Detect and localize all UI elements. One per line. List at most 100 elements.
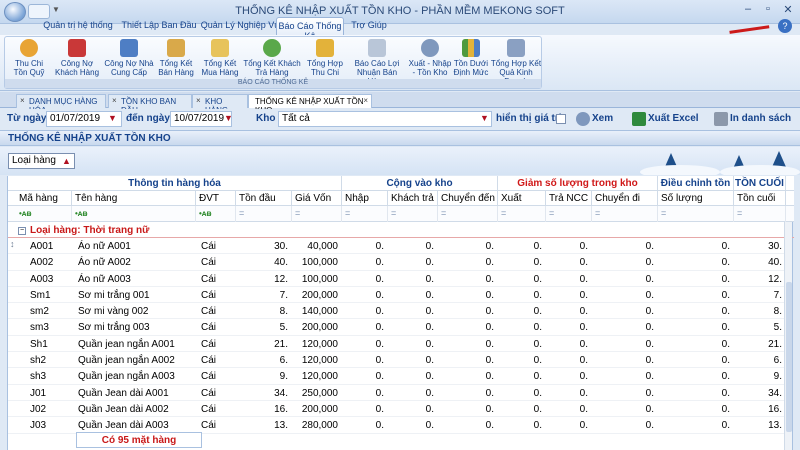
show-value-checkbox[interactable] — [556, 114, 566, 124]
tong-ket-ban-hang-button[interactable]: Tổng Kết Bán Hàng — [155, 39, 197, 77]
tab-thiet-lap[interactable]: Thiết Lập Ban Đầu — [120, 17, 198, 35]
filter-ten-hang[interactable]: •ᴀᴃ — [72, 206, 196, 222]
col-gia-von[interactable]: Giá Vốn — [292, 191, 342, 206]
help-icon[interactable]: ? — [778, 19, 792, 33]
filter-khach-tra[interactable]: = — [388, 206, 438, 222]
ribbon-group-bao-cao: Thu Chi Tồn Quỹ Công Nợ Khách Hàng Công Nợ… — [4, 36, 542, 89]
table-row[interactable]: sh3 Quần jean ngắn A003 Cái 9. 120,000 0. 0. 0.… — [8, 368, 786, 385]
tab-quan-ly[interactable]: Quản Lý Nghiệp Vụ — [200, 17, 280, 35]
col-ten-hang[interactable]: Tên hàng — [72, 191, 196, 206]
group-chip-loai-hang[interactable]: Loại hàng ▲ — [8, 153, 75, 169]
vertical-scrollbar[interactable] — [784, 222, 792, 450]
col-ma-hang[interactable]: Mã hàng — [16, 191, 72, 206]
table-row[interactable]: sm2 Sơ mi vàng 002 Cái 8. 140,000 0. 0. 0. 0. 0. 0… — [8, 303, 786, 320]
tab-tro-giup[interactable]: Trợ Giúp — [346, 17, 392, 35]
export-excel-button[interactable]: Xuất Excel — [648, 113, 699, 124]
xuat-nhap-ton-kho-button[interactable]: Xuất - Nhập - Tồn Kho — [407, 39, 453, 77]
to-date-input[interactable]: 10/07/2019 — [170, 111, 232, 127]
filter-tra-ncc[interactable]: = — [546, 206, 592, 222]
cell-nhap: 0. — [375, 257, 384, 269]
table-row[interactable]: sm3 Sơ mi trắng 003 Cái 5. 200,000 0. 0. 0. 0. 0.… — [8, 319, 786, 336]
snow-decoration — [720, 165, 800, 175]
chevron-down-icon[interactable]: ▼ — [480, 113, 489, 123]
tong-ket-mua-hang-button[interactable]: Tổng Kết Mua Hàng — [199, 39, 241, 77]
cell-tra-ncc: 0. — [579, 371, 588, 383]
table-row[interactable]: A003 Áo nữ A003 Cái 12. 100,000 0. 0. 0. 0. 0. 0. 0… — [8, 271, 786, 287]
close-icon[interactable]: × — [363, 96, 368, 105]
calendar-dropdown-icon[interactable]: ▼ — [224, 113, 233, 123]
cell-so-luong: 0. — [721, 338, 730, 350]
cong-no-nha-cung-cap-button[interactable]: Công Nợ Nhà Cung Cấp — [103, 39, 155, 77]
cell-dvt: Cái — [201, 387, 217, 399]
section-title: THỐNG KÊ NHẬP XUẤT TỒN KHO — [0, 130, 800, 146]
cell-ton-dau: 13. — [274, 420, 288, 432]
filter-xuat[interactable]: = — [498, 206, 546, 222]
tab-quan-tri[interactable]: Quản trị hệ thống — [38, 17, 118, 35]
col-so-luong[interactable]: Số lượng — [658, 191, 734, 206]
filter-so-luong[interactable]: = — [658, 206, 734, 222]
col-ton-cuoi[interactable]: Tồn cuối — [734, 191, 786, 206]
tong-hop-thu-chi-button[interactable]: Tổng Hợp Thu Chi — [303, 39, 347, 77]
cong-no-khach-hang-button[interactable]: Công Nợ Khách Hàng — [53, 39, 101, 77]
filter-chuyen-den[interactable]: = — [438, 206, 498, 222]
filter-ma-hang[interactable]: •ᴀᴃ — [16, 206, 72, 222]
tab-bao-cao[interactable]: Báo Cáo Thống Kê — [276, 17, 344, 41]
cell-gia-von: 100,000 — [301, 257, 338, 269]
cell-chuyen-den: 0. — [485, 371, 494, 383]
doc-tab-danh-muc[interactable]: ×DANH MỤC HÀNG HÓA — [16, 94, 106, 115]
ribbon: Thu Chi Tồn Quỹ Công Nợ Khách Hàng Công Nợ… — [0, 35, 800, 91]
col-khach-tra[interactable]: Khách trả — [388, 191, 438, 206]
table-row[interactable]: sh2 Quần jean ngắn A002 Cái 6. 120,000 0. 0. 0.… — [8, 352, 786, 369]
ton-duoi-dinh-muc-button[interactable]: Tồn Dưới Định Mức — [453, 39, 489, 77]
tong-ket-khach-tra-hang-button[interactable]: Tổng Kết Khách Trả Hàng — [241, 39, 303, 77]
close-icon[interactable]: × — [20, 96, 25, 105]
table-row[interactable]: A002 Áo nữ A002 Cái 40. 100,000 0. 0. 0. 0. 0. 0. 0… — [8, 254, 786, 271]
customer-debt-icon — [68, 39, 86, 57]
globe-icon — [421, 39, 439, 57]
filter-dvt[interactable]: •ᴀᴃ — [196, 206, 236, 222]
col-xuat[interactable]: Xuất — [498, 191, 546, 206]
close-icon[interactable]: × — [112, 96, 117, 105]
filter-nhap[interactable]: = — [342, 206, 388, 222]
col-dvt[interactable]: ĐVT — [196, 191, 236, 206]
col-chuyen-di[interactable]: Chuyển đi — [592, 191, 658, 206]
table-row[interactable]: Sm1 Sơ mi trắng 001 Cái 7. 200,000 0. 0. 0. 0. 0.… — [8, 287, 786, 304]
cell-ton-cuoi: 7. — [773, 289, 782, 301]
table-row[interactable]: J02 Quần Jean dài A002 Cái 16. 200,000 0. 0. 0.… — [8, 401, 786, 418]
cell-ton-cuoi: 6. — [773, 355, 782, 367]
col-chuyen-den[interactable]: Chuyển đến — [438, 191, 498, 206]
doc-tab-ton-kho-ban-dau[interactable]: ×TỒN KHO BAN ĐẦU — [108, 94, 192, 115]
table-row[interactable]: A001 Áo nữ A001 Cái 30. 40,000 0. 0. 0. 0. 0. 0. 0.… — [8, 238, 786, 255]
kho-select[interactable]: Tất cả — [278, 111, 492, 127]
filter-bar: Từ ngày 01/07/2019 ▼ đến ngày 10/07/2019… — [0, 109, 800, 129]
calendar-dropdown-icon[interactable]: ▼ — [108, 113, 117, 123]
close-icon[interactable]: × — [196, 96, 201, 105]
cell-khach-tra: 0. — [425, 241, 434, 252]
filter-gia-von[interactable]: = — [292, 206, 342, 222]
cell-nhap: 0. — [375, 403, 384, 415]
col-tra-ncc[interactable]: Trả NCC — [546, 191, 592, 206]
filter-ton-cuoi[interactable]: = — [734, 206, 786, 222]
cell-gia-von: 120,000 — [301, 371, 338, 383]
col-nhap[interactable]: Nhập — [342, 191, 388, 206]
band-export: Giảm số lượng trong kho — [498, 176, 658, 191]
doc-tab-thong-ke[interactable]: THỐNG KÊ NHẬP XUẤT TỒN KHO× — [248, 94, 372, 115]
thu-chi-ton-quy-button[interactable]: Thu Chi Tồn Quỹ — [7, 39, 51, 77]
scrollbar-thumb[interactable] — [786, 282, 792, 432]
collapse-icon[interactable]: − — [18, 227, 26, 235]
ribbon-tabs: Quản trị hệ thống Thiết Lập Ban Đầu Quản… — [0, 15, 800, 41]
sort-icon[interactable]: ▲ — [62, 156, 71, 166]
cell-ten-hang: Quần jean ngắn A002 — [78, 355, 175, 367]
group-row[interactable]: − Loại hàng: Thời trang nữ — [8, 224, 794, 238]
doc-tab-kho-hang[interactable]: ×KHO HÀNG — [192, 94, 248, 115]
view-button[interactable]: Xem — [592, 113, 613, 124]
print-list-button[interactable]: In danh sách — [730, 113, 791, 124]
cell-gia-von: 200,000 — [301, 403, 338, 415]
cell-xuat: 0. — [533, 289, 542, 301]
filter-ton-dau[interactable]: = — [236, 206, 292, 222]
cell-dvt: Cái — [201, 289, 217, 301]
table-row[interactable]: J01 Quần Jean dài A001 Cái 34. 250,000 0. 0. 0.… — [8, 385, 786, 401]
col-ton-dau[interactable]: Tồn đầu — [236, 191, 292, 206]
table-row[interactable]: Sh1 Quần jean ngắn A001 Cái 21. 120,000 0. 0. 0… — [8, 336, 786, 353]
filter-chuyen-di[interactable]: = — [592, 206, 658, 222]
